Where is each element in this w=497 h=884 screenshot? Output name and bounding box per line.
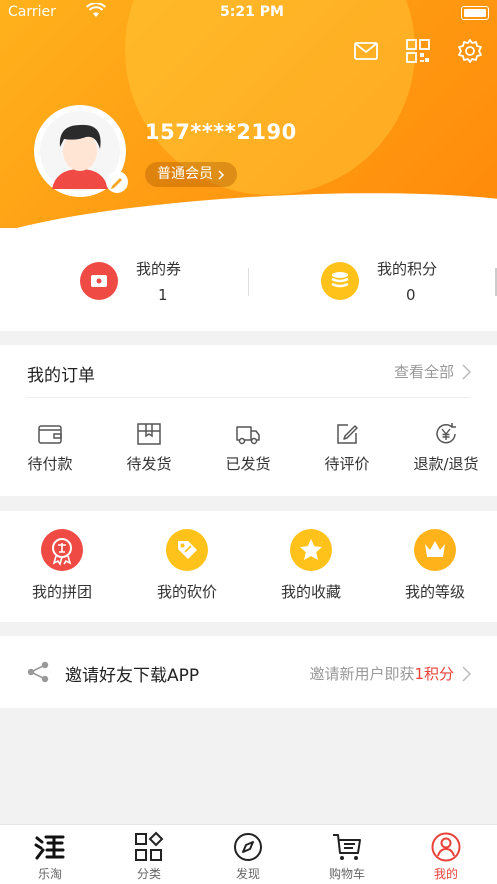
status-time: 5:21 PM	[220, 4, 284, 20]
wifi-icon	[86, 3, 106, 17]
invite-reward: 邀请新用户即获1积分	[309, 663, 471, 684]
view-all-orders-button[interactable]: 查看全部	[394, 361, 471, 382]
share-icon	[27, 661, 49, 683]
tab-label: 分类	[136, 867, 161, 881]
stat-value: 1	[158, 286, 168, 304]
edit-avatar-icon[interactable]	[106, 171, 128, 193]
group-buy-icon	[41, 529, 83, 571]
order-label: 待发货	[126, 455, 172, 473]
invite-title: 邀请好友下载APP	[65, 666, 200, 686]
wallet-icon	[38, 425, 62, 444]
feature-label: 我的砍价	[156, 583, 217, 601]
truck-icon	[236, 426, 260, 445]
avatar[interactable]	[34, 105, 128, 197]
tab-bar: 乐淘 分类 发现 购物车 我的	[0, 824, 497, 884]
tab-category[interactable]: 分类	[114, 831, 184, 882]
divider	[27, 397, 470, 398]
member-level-label: 普通会员	[157, 166, 213, 182]
stats-panel: 我的券 1 我的积分 0	[0, 228, 497, 331]
tab-discover[interactable]: 发现	[213, 831, 283, 882]
feature-bargain[interactable]: 我的砍价	[137, 529, 237, 602]
category-icon	[135, 831, 164, 861]
settings-icon[interactable]	[457, 38, 483, 64]
divider	[248, 268, 249, 296]
chevron-right-icon	[462, 665, 471, 682]
compass-icon	[234, 833, 262, 861]
coupon-icon	[80, 262, 118, 300]
order-label: 已发货	[225, 455, 271, 473]
qr-code-icon[interactable]	[405, 38, 431, 64]
taobao-icon	[34, 835, 65, 860]
orders-title: 我的订单	[27, 366, 95, 386]
feature-label: 我的收藏	[280, 583, 341, 601]
crown-icon	[414, 529, 456, 571]
user-phone: 157****2190	[145, 120, 297, 144]
feature-label: 我的拼团	[31, 583, 92, 601]
orders-panel: 我的订单 查看全部 待付款 待发货 已发货 待评价 退款/退货	[0, 345, 497, 496]
order-pending-payment[interactable]: 待付款	[5, 421, 95, 474]
tab-label: 我的	[433, 867, 458, 881]
package-icon	[137, 423, 161, 445]
price-tag-icon	[166, 529, 208, 571]
cart-icon	[333, 834, 361, 860]
view-all-label: 查看全部	[393, 363, 454, 381]
status-bar: Carrier 5:21 PM	[0, 0, 497, 24]
profile-header: Carrier 5:21 PM 157****2190 普通会员	[0, 0, 497, 228]
invite-points: 1积分	[414, 665, 454, 683]
header-actions	[353, 38, 483, 64]
order-refund[interactable]: 退款/退货	[401, 421, 491, 474]
chevron-right-icon	[218, 169, 225, 180]
star-icon	[290, 529, 332, 571]
edit-icon	[337, 424, 358, 444]
tab-profile[interactable]: 我的	[411, 831, 481, 882]
order-label: 待付款	[27, 455, 73, 473]
order-label: 待评价	[324, 455, 370, 473]
tab-label: 乐淘	[37, 867, 62, 881]
order-shipped[interactable]: 已发货	[203, 421, 293, 474]
coin-icon	[321, 262, 359, 300]
invite-desc: 邀请新用户即获	[309, 665, 415, 683]
battery-icon	[461, 6, 489, 20]
invite-row[interactable]: 邀请好友下载APP 邀请新用户即获1积分	[0, 636, 497, 708]
chevron-right-icon	[462, 363, 471, 380]
order-pending-shipment[interactable]: 待发货	[104, 421, 194, 474]
feature-group-buy[interactable]: 我的拼团	[12, 529, 112, 602]
feature-level[interactable]: 我的等级	[385, 529, 485, 602]
features-panel: 我的拼团 我的砍价 我的收藏 我的等级	[0, 511, 497, 622]
stat-label: 我的积分	[377, 260, 438, 278]
feature-favorites[interactable]: 我的收藏	[261, 529, 361, 602]
tab-label: 购物车	[328, 867, 365, 881]
profile-icon	[431, 832, 461, 862]
order-pending-review[interactable]: 待评价	[302, 421, 392, 474]
refund-icon	[436, 423, 456, 444]
tab-label: 发现	[235, 867, 260, 881]
stat-label: 我的券	[136, 260, 182, 278]
carrier-label: Carrier	[8, 4, 56, 20]
stat-value: 0	[406, 286, 416, 304]
tab-home[interactable]: 乐淘	[15, 831, 85, 882]
feature-label: 我的等级	[404, 583, 465, 601]
order-label: 退款/退货	[413, 455, 479, 473]
mail-icon[interactable]	[353, 38, 379, 64]
member-level-button[interactable]: 普通会员	[145, 162, 237, 187]
tab-cart[interactable]: 购物车	[312, 831, 382, 882]
